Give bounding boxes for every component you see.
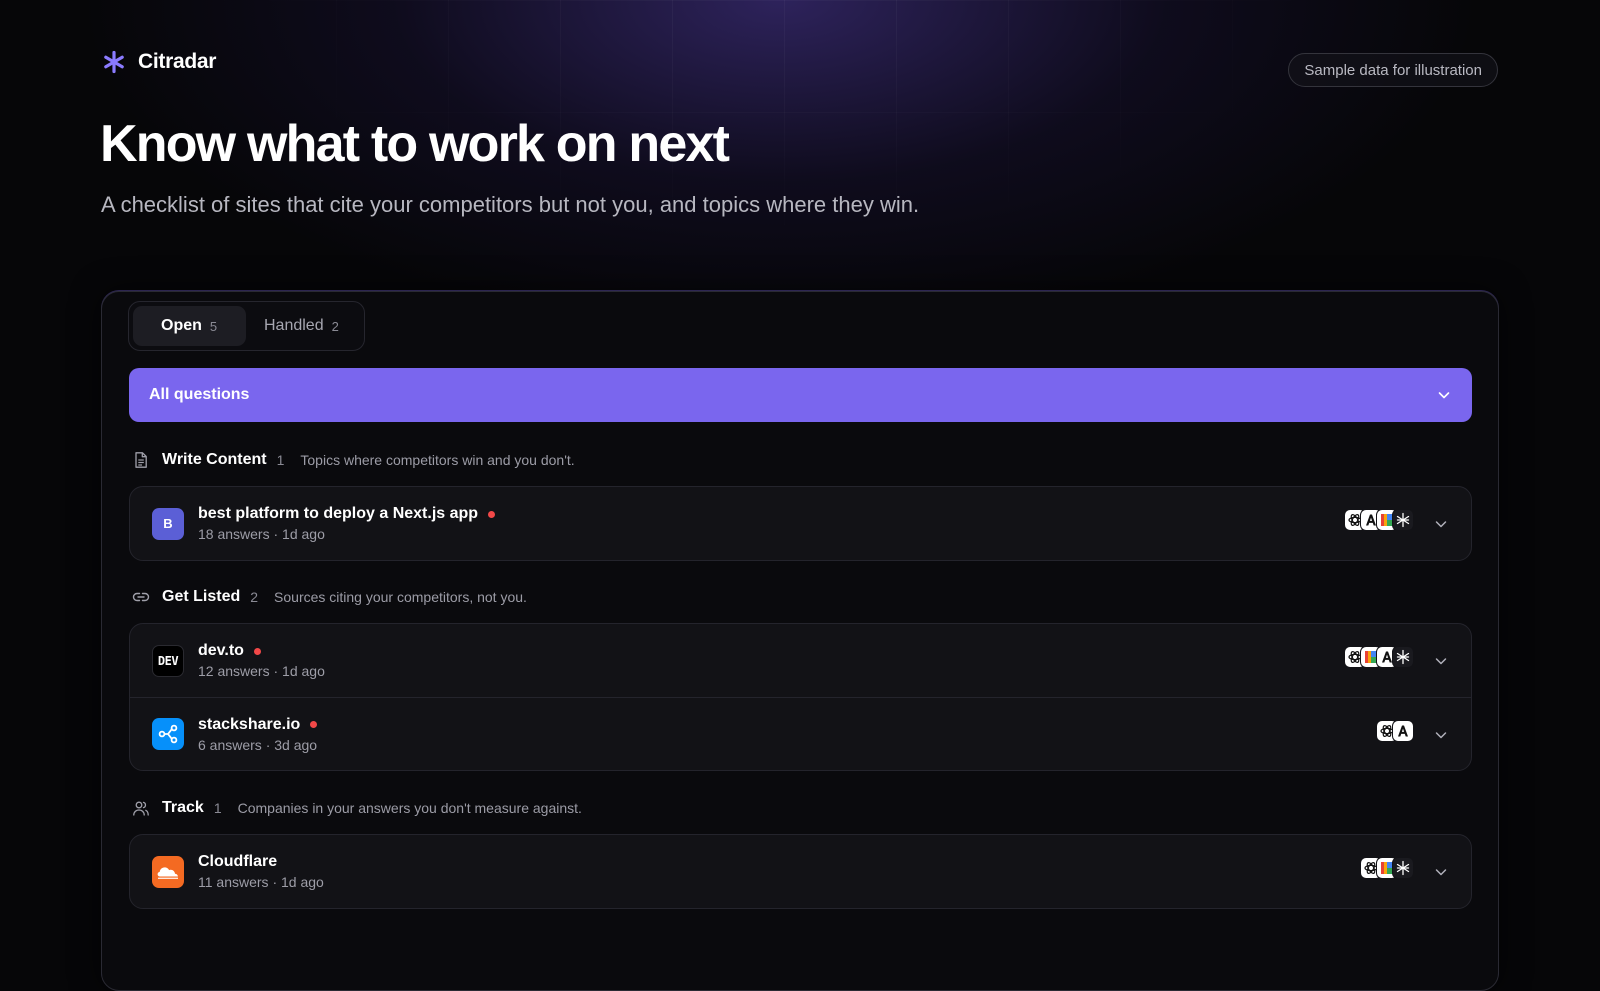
tab-open-label: Open [161, 317, 202, 334]
document-icon [135, 452, 147, 468]
list-item-title-text: best platform to deploy a Next.js app [198, 505, 479, 522]
list-item-title: best platform to deploy a Next.js app [198, 505, 496, 523]
page-title: Know what to work on next [100, 115, 730, 173]
chevron-down-icon [1438, 392, 1450, 399]
list-item[interactable]: B best platform to deploy a Next.js app … [130, 487, 1471, 560]
brand[interactable]: Citradar [102, 50, 216, 74]
section-description: Sources citing your competitors, not you… [274, 589, 527, 605]
section-count: 1 [276, 452, 285, 468]
section-title: Write Content [162, 451, 267, 468]
new-indicator-dot [253, 647, 261, 655]
list-item-meta: 18 answers · 1d ago [198, 526, 325, 542]
page-subtitle: A checklist of sites that cite your comp… [101, 192, 920, 217]
asterisk-logo-icon [104, 50, 124, 74]
ai-engines [1376, 720, 1414, 742]
list-item-text: dev.to 12 answers · 1d ago [198, 642, 325, 679]
list-item[interactable]: stackshare.io 6 answers · 3d ago [130, 697, 1471, 770]
get-listed-list: DEV dev.to 12 answers · 1d ago stackshar… [129, 623, 1472, 771]
section-count: 1 [213, 800, 222, 816]
section-description: Companies in your answers you don't meas… [237, 800, 582, 816]
list-item-text: best platform to deploy a Next.js app 18… [198, 505, 496, 542]
perplexity-icon [1392, 509, 1414, 531]
list-item-title-text: Cloudflare [198, 853, 278, 870]
perplexity-icon [1392, 857, 1414, 879]
list-item-text: Cloudflare 11 answers · 1d ago [198, 853, 324, 890]
list-item-title: stackshare.io [198, 715, 318, 734]
list-item-title-text: stackshare.io [198, 715, 301, 733]
users-icon [133, 801, 149, 816]
tab-open-count: 5 [209, 318, 218, 334]
section-write-content: Write Content 1 Topics where competitors… [132, 451, 575, 469]
list-item-text: stackshare.io 6 answers · 3d ago [198, 715, 318, 753]
list-item[interactable]: DEV dev.to 12 answers · 1d ago [130, 624, 1471, 697]
ai-engines [1344, 646, 1414, 668]
list-item-title: Cloudflare [198, 853, 324, 871]
chevron-down-icon[interactable] [1433, 727, 1449, 743]
stackshare-icon [152, 718, 184, 750]
list-item-meta: 12 answers · 1d ago [198, 663, 325, 679]
ai-engines [1360, 857, 1414, 879]
page: Citradar Sample data for illustration Kn… [0, 0, 1600, 991]
chevron-down-icon[interactable] [1433, 516, 1449, 532]
section-track: Track 1 Companies in your answers you do… [132, 799, 582, 817]
avatar: B [152, 507, 184, 540]
track-list: Cloudflare 11 answers · 1d ago [129, 834, 1472, 909]
new-indicator-dot [310, 721, 318, 728]
brand-name: Citradar [138, 50, 217, 73]
list-item-meta: 11 answers · 1d ago [198, 874, 324, 890]
list-item-title-text: dev.to [198, 642, 244, 659]
sample-data-badge: Sample data for illustration [1288, 53, 1498, 87]
tab-open[interactable]: Open 5 [133, 306, 246, 346]
perplexity-icon [1392, 646, 1414, 668]
filter-label: All questions [149, 386, 250, 403]
cloudflare-icon [152, 855, 184, 888]
chevron-down-icon[interactable] [1433, 864, 1449, 880]
section-count: 2 [250, 589, 259, 605]
list-item-meta: 6 answers · 3d ago [198, 736, 318, 753]
dev-to-logo: DEV [152, 644, 184, 677]
status-tabs: Open 5 Handled 2 [128, 301, 365, 351]
section-get-listed: Get Listed 2 Sources citing your competi… [132, 588, 527, 606]
section-description: Topics where competitors win and you don… [300, 452, 575, 468]
new-indicator-dot [488, 510, 496, 518]
link-icon [132, 592, 150, 602]
tab-handled-label: Handled [264, 317, 324, 334]
tab-handled[interactable]: Handled 2 [246, 306, 357, 346]
chevron-down-icon[interactable] [1433, 653, 1449, 669]
write-content-list: B best platform to deploy a Next.js app … [129, 486, 1472, 561]
section-title: Get Listed [162, 588, 241, 605]
tab-handled-count: 2 [331, 318, 339, 334]
ai-engines [1344, 509, 1414, 531]
anthropic-icon [1392, 720, 1414, 742]
list-item-title: dev.to [198, 642, 325, 660]
list-item[interactable]: Cloudflare 11 answers · 1d ago [130, 835, 1471, 908]
question-filter-select[interactable]: All questions [129, 368, 1472, 422]
section-title: Track [162, 799, 204, 816]
